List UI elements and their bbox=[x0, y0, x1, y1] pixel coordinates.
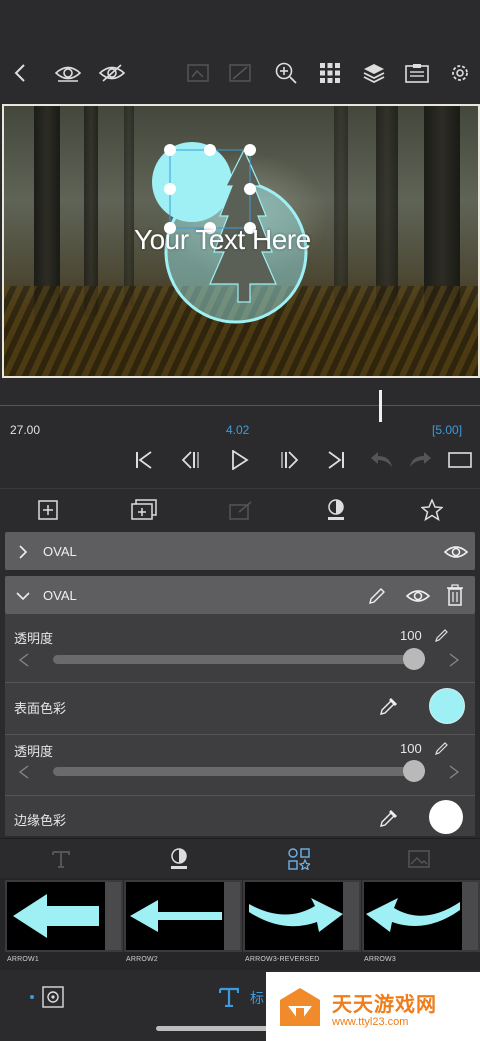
library-item-label: ARROW2 bbox=[126, 956, 158, 963]
library-item-label: ARROW1 bbox=[7, 956, 39, 963]
home-indicator bbox=[156, 1026, 276, 1031]
layers-icon[interactable] bbox=[360, 60, 388, 86]
layer-name: OVAL bbox=[43, 544, 77, 559]
clipboard-icon[interactable] bbox=[402, 60, 432, 86]
library-item-arrow1[interactable] bbox=[5, 880, 123, 952]
shape-style-icon[interactable] bbox=[322, 497, 350, 523]
back-chevron-icon[interactable] bbox=[8, 60, 32, 86]
library-item-arrow3-reversed[interactable] bbox=[243, 880, 361, 952]
zoom-in-icon[interactable] bbox=[272, 60, 300, 86]
title-text-icon[interactable] bbox=[216, 984, 242, 1010]
library-item-label: ARROW3 bbox=[364, 956, 396, 963]
layer-properties-panel: 透明度 100 表面色彩 透明度 100 边缘色彩 bbox=[5, 614, 475, 836]
trash-icon[interactable] bbox=[443, 583, 467, 607]
layer-tabs bbox=[0, 488, 480, 531]
timeline[interactable]: 27.00 4.02 [5.00] bbox=[0, 378, 480, 488]
eye-icon[interactable] bbox=[52, 60, 84, 86]
image-crop-icon bbox=[226, 60, 254, 86]
opacity-slider-track[interactable] bbox=[53, 767, 425, 776]
eyedropper-icon[interactable] bbox=[377, 694, 401, 718]
favorite-star-icon[interactable] bbox=[418, 497, 446, 523]
visibility-eye-icon[interactable] bbox=[403, 586, 433, 606]
duplicate-layer-icon[interactable] bbox=[128, 497, 160, 523]
add-layer-icon[interactable] bbox=[34, 497, 62, 523]
redo-icon bbox=[406, 448, 434, 472]
shape-library: ARROW1 ARROW2 ARROW3-REVERSED ARROW3 bbox=[0, 878, 480, 970]
watermark-emblem-icon bbox=[280, 988, 320, 1026]
decrease-arrow-icon[interactable] bbox=[17, 764, 31, 780]
grid-icon[interactable] bbox=[316, 60, 344, 86]
surface-color-label: 表面色彩 bbox=[14, 701, 67, 716]
settings-gear-icon[interactable] bbox=[446, 60, 474, 86]
layer-name: OVAL bbox=[43, 588, 77, 603]
timeline-track[interactable] bbox=[0, 405, 480, 406]
border-color-swatch[interactable] bbox=[429, 800, 463, 834]
opacity-slider-track[interactable] bbox=[53, 655, 425, 664]
style-tool-icon[interactable] bbox=[166, 847, 192, 871]
library-item-arrow3[interactable] bbox=[362, 880, 480, 952]
opacity-slider-knob[interactable] bbox=[403, 648, 425, 670]
watermark-logo: 天天游戏网 www.ttyl23.com bbox=[266, 972, 480, 1041]
export-layer-icon bbox=[226, 497, 256, 523]
undo-icon bbox=[368, 448, 396, 472]
library-item-label: ARROW3-REVERSED bbox=[245, 956, 320, 963]
opacity-value: 100 bbox=[400, 628, 422, 643]
layer-row-expanded[interactable]: OVAL bbox=[5, 576, 475, 614]
opacity-value: 100 bbox=[400, 741, 422, 756]
image-tool-icon bbox=[406, 847, 432, 871]
opacity-slider-knob[interactable] bbox=[403, 760, 425, 782]
image-edit-icon bbox=[184, 60, 212, 86]
border-color-label: 边缘色彩 bbox=[14, 813, 67, 828]
watermark-title: 天天游戏网 bbox=[332, 994, 437, 1016]
layer-row-collapsed[interactable]: OVAL bbox=[5, 532, 475, 570]
left-time: 27.00 bbox=[10, 423, 41, 437]
eyedropper-icon[interactable] bbox=[377, 806, 401, 830]
fullscreen-icon[interactable] bbox=[446, 448, 474, 472]
step-forward-icon[interactable] bbox=[278, 448, 302, 472]
edit-pencil-icon[interactable] bbox=[365, 585, 389, 607]
top-toolbar bbox=[0, 0, 480, 92]
indicator-dot bbox=[30, 995, 34, 999]
increase-arrow-icon[interactable] bbox=[447, 652, 461, 668]
visibility-eye-icon[interactable] bbox=[441, 542, 471, 562]
step-back-icon[interactable] bbox=[178, 448, 202, 472]
play-icon[interactable] bbox=[228, 448, 252, 472]
text-tool-icon bbox=[48, 847, 74, 871]
decrease-arrow-icon[interactable] bbox=[17, 652, 31, 668]
skip-end-icon[interactable] bbox=[324, 448, 348, 472]
chevron-down-icon[interactable] bbox=[15, 588, 31, 604]
opacity-label: 透明度 bbox=[14, 744, 54, 759]
library-item-arrow2[interactable] bbox=[124, 880, 242, 952]
canvas-preview[interactable]: Your Text Here bbox=[2, 104, 480, 378]
skip-start-icon[interactable] bbox=[132, 448, 156, 472]
timeline-playhead[interactable] bbox=[379, 390, 382, 422]
watermark-url: www.ttyl23.com bbox=[332, 1016, 409, 1028]
eye-hidden-icon[interactable] bbox=[96, 60, 128, 86]
increase-arrow-icon[interactable] bbox=[447, 764, 461, 780]
surface-color-swatch[interactable] bbox=[429, 688, 465, 724]
edit-pencil-icon[interactable] bbox=[433, 626, 451, 644]
current-time: 4.02 bbox=[226, 423, 250, 437]
library-tabs bbox=[0, 838, 480, 879]
target-focus-icon[interactable] bbox=[40, 984, 66, 1010]
end-time: [5.00] bbox=[432, 423, 463, 437]
overlay-text[interactable]: Your Text Here bbox=[134, 224, 311, 256]
shapes-tool-icon[interactable] bbox=[286, 847, 312, 871]
chevron-right-icon[interactable] bbox=[15, 544, 31, 560]
title-text-label: 标 bbox=[250, 990, 264, 1006]
edit-pencil-icon[interactable] bbox=[433, 739, 451, 757]
opacity-label: 透明度 bbox=[14, 631, 54, 646]
